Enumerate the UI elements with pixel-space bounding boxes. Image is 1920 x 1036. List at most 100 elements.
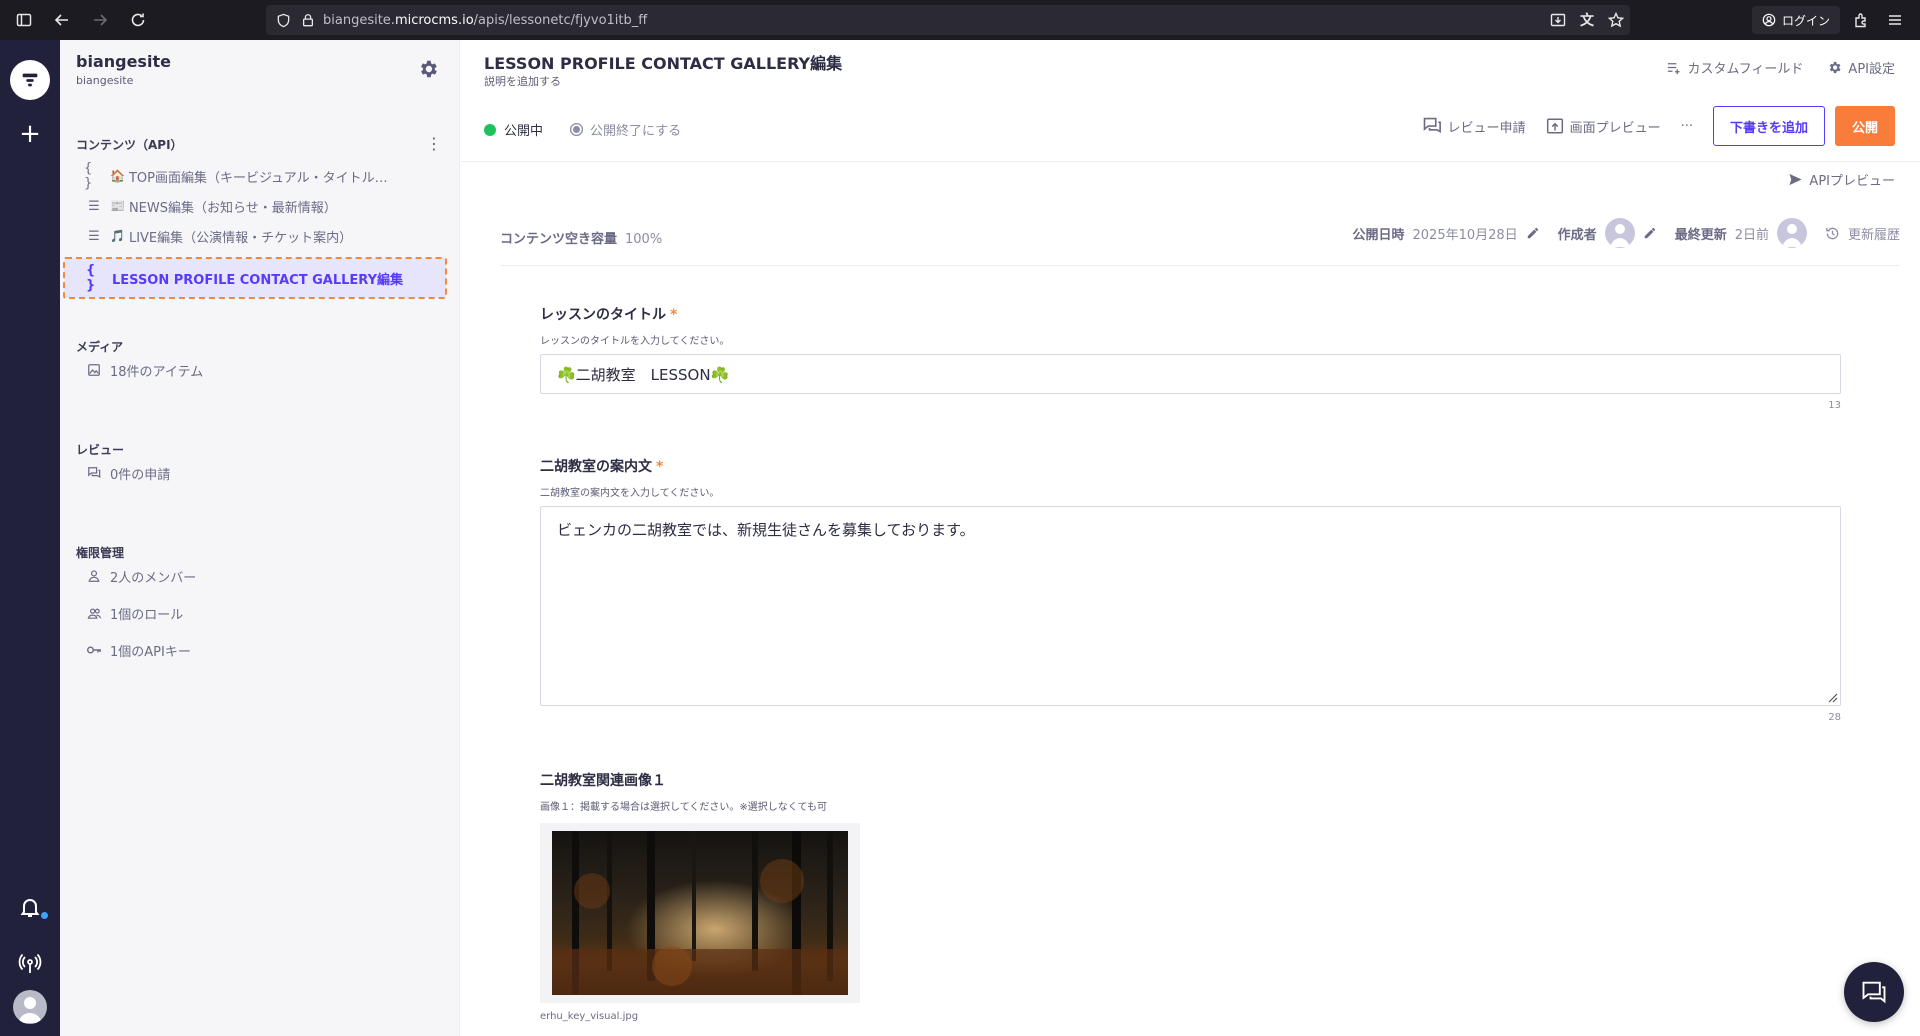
history-label: 更新履歴 <box>1847 227 1900 243</box>
review-section-title: レビュー <box>76 443 125 457</box>
char-counter: 28 <box>1828 712 1841 723</box>
more-options-icon[interactable]: ··· <box>1681 119 1693 134</box>
send-icon <box>1789 173 1803 186</box>
url-prefix: biangesite. <box>323 12 395 28</box>
status-badge: 公開中 <box>484 120 543 139</box>
back-icon[interactable] <box>44 2 80 38</box>
end-publish-label: 公開終了にする <box>590 124 682 139</box>
updated-label: 最終更新 <box>1674 227 1727 243</box>
page-title: LESSON PROFILE CONTACT GALLERY編集 <box>484 54 843 73</box>
service-name[interactable]: biangesite <box>76 52 171 71</box>
notification-dot <box>41 912 48 919</box>
capacity-label: コンテンツ空き容量 <box>500 232 618 247</box>
char-counter: 13 <box>1828 400 1841 411</box>
lesson-title-input[interactable]: ☘️二胡教室 LESSON☘️ <box>540 354 1841 394</box>
content-editor: LESSON PROFILE CONTACT GALLERY編集 説明を追加する… <box>461 40 1920 1036</box>
object-api-icon: { } <box>84 161 93 191</box>
end-publish-button[interactable]: 公開終了にする <box>569 120 681 139</box>
screen-preview-label: 画面プレビュー <box>1569 120 1661 136</box>
permission-section-title: 権限管理 <box>76 546 125 560</box>
header-divider <box>461 161 1920 162</box>
image-thumbnail[interactable] <box>552 831 848 995</box>
published-at-value: 2025年10月28日 <box>1412 227 1518 243</box>
updater-avatar <box>1776 218 1807 248</box>
sidebar-item-label: 2人のメンバー <box>110 570 197 586</box>
resize-grip-icon[interactable] <box>1826 691 1838 703</box>
field-label-text: レッスンのタイトル <box>540 307 666 323</box>
gear-icon <box>1830 61 1841 74</box>
edit-pencil-icon[interactable] <box>1526 226 1540 240</box>
status-dot <box>484 123 496 136</box>
install-app-icon[interactable] <box>1550 12 1566 28</box>
api-preview-link[interactable]: APIプレビュー <box>1788 170 1895 189</box>
sidebar-item-apikeys[interactable]: 1個のAPIキー <box>84 635 444 665</box>
sidebar-item-news[interactable]: ☰ 📰 NEWS編集（お知らせ・最新情報） <box>84 191 444 221</box>
edit-pencil-icon[interactable] <box>1643 226 1657 240</box>
lock-icon[interactable] <box>301 13 315 27</box>
field-hint: 二胡教室の案内文を入力してください。 <box>540 488 720 499</box>
sidebar-item-label: LIVE編集（公演情報・チケット案内） <box>128 230 353 246</box>
history-icon <box>1826 227 1839 239</box>
author-label: 作成者 <box>1557 227 1597 243</box>
support-chat-button[interactable] <box>1844 962 1904 1022</box>
api-settings-link[interactable]: API設定 <box>1827 58 1895 77</box>
reload-icon[interactable] <box>120 2 156 38</box>
add-description-link[interactable]: 説明を追加する <box>484 73 561 89</box>
sidebar-item-lesson[interactable]: { } LESSON PROFILE CONTACT GALLERY編集 <box>63 257 447 299</box>
address-bar[interactable]: biangesite.microcms.io/apis/lessonetc/fj… <box>266 5 1630 35</box>
sidebar-item-label: 0件の申請 <box>110 467 171 483</box>
group-icon <box>84 603 104 623</box>
sidebar-item-label: NEWS編集（お知らせ・最新情報） <box>128 200 337 216</box>
custom-field-link[interactable]: カスタムフィールド <box>1666 58 1803 77</box>
history-link[interactable]: 更新履歴 <box>1825 224 1900 243</box>
key-icon <box>84 640 104 660</box>
screen-preview-button[interactable]: 画面プレビュー <box>1546 117 1661 136</box>
url-text[interactable]: biangesite.microcms.io/apis/lessonetc/fj… <box>323 13 647 28</box>
extensions-icon[interactable] <box>1848 12 1874 28</box>
microcms-logo[interactable] <box>10 60 50 100</box>
image-icon <box>84 360 104 380</box>
house-emoji-icon: 🏠 <box>110 169 125 183</box>
sidebar-item-live[interactable]: ☰ 🎵 LIVE編集（公演情報・チケット案内） <box>84 221 444 251</box>
required-mark: * <box>656 459 664 475</box>
sidebar-toggle-icon[interactable] <box>6 2 42 38</box>
chat-icon <box>1862 981 1886 1004</box>
required-mark: * <box>670 307 678 323</box>
user-avatar[interactable] <box>13 990 47 1024</box>
field-label-text: 二胡教室の案内文 <box>540 459 652 475</box>
service-sidebar: biangesite biangesite コンテンツ（API） ⋮ { } 🏠… <box>60 40 460 1036</box>
sidebar-item-top[interactable]: { } 🏠 TOP画面編集（キービジュアル・タイトル… <box>84 161 444 191</box>
sidebar-item-review[interactable]: 0件の申請 <box>84 458 444 488</box>
translate-icon[interactable]: 文 <box>1580 10 1594 30</box>
review-request-button[interactable]: レビュー申請 <box>1422 116 1526 136</box>
bookmark-star-icon[interactable] <box>1608 12 1624 28</box>
intro-textarea[interactable]: ビェンカの二胡教室では、新規生徒さんを募集しております。 <box>540 506 1841 706</box>
url-path: /apis/lessonetc/fjyvo1itb_ff <box>473 12 648 28</box>
api-settings-label: API設定 <box>1848 62 1895 77</box>
app-rail: + <box>0 40 60 1036</box>
sidebar-item-label: 1個のロール <box>110 607 184 623</box>
account-login-button[interactable]: ログイン <box>1751 6 1840 34</box>
sidebar-item-roles[interactable]: 1個のロール <box>84 598 444 628</box>
content-kebab-icon[interactable]: ⋮ <box>426 134 442 153</box>
add-service-icon[interactable]: + <box>18 121 42 147</box>
updated-value: 2日前 <box>1734 227 1769 243</box>
menu-icon[interactable] <box>1882 12 1908 28</box>
add-draft-button[interactable]: 下書きを追加 <box>1712 106 1825 146</box>
stop-circle-icon <box>569 122 584 137</box>
list-api-icon: ☰ <box>88 198 100 214</box>
publish-button[interactable]: 公開 <box>1835 106 1895 146</box>
image-picker[interactable] <box>540 823 860 1003</box>
intro-textarea-value: ビェンカの二胡教室では、新規生徒さんを募集しております。 <box>557 521 975 539</box>
sidebar-item-members[interactable]: 2人のメンバー <box>84 561 444 591</box>
forward-icon[interactable] <box>82 2 118 38</box>
capacity-value: 100% <box>625 232 663 247</box>
field-hint: 画像１：掲載する場合は選択してください。※選択しなくても可 <box>540 802 827 813</box>
broadcast-icon[interactable] <box>18 952 42 976</box>
shield-icon[interactable] <box>276 13 291 28</box>
preview-upload-icon <box>1546 118 1563 134</box>
service-settings-gear-icon[interactable] <box>417 58 439 80</box>
custom-field-icon <box>1668 63 1681 75</box>
sidebar-item-media[interactable]: 18件のアイテム <box>84 355 444 385</box>
notification-bell-icon[interactable] <box>18 895 42 919</box>
